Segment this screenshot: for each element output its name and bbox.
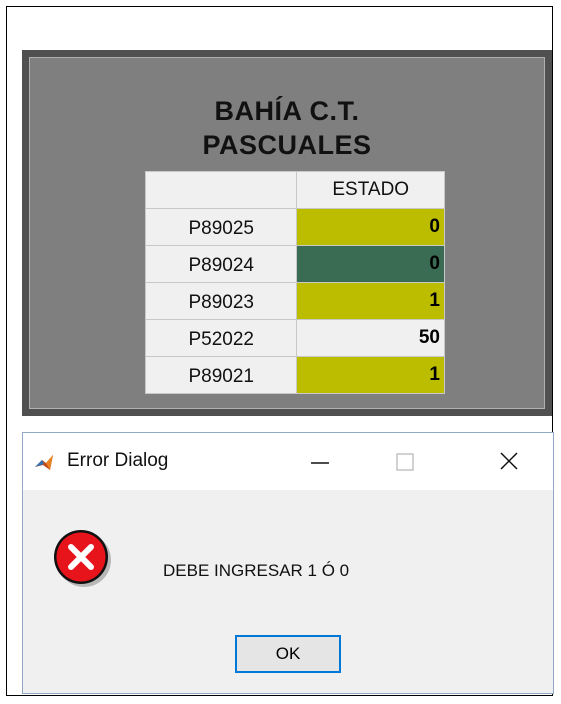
row-header: P89024 bbox=[144, 245, 298, 283]
row-header: P89023 bbox=[144, 282, 298, 320]
panel-title-line2: PASCUALES bbox=[202, 130, 372, 160]
estado-cell[interactable]: 50 bbox=[296, 319, 445, 357]
error-message: DEBE INGRESAR 1 Ó 0 bbox=[163, 561, 350, 580]
table-header-row: ESTADO bbox=[144, 171, 445, 209]
estado-cell[interactable]: 1 bbox=[296, 356, 445, 394]
ok-button[interactable]: OK bbox=[235, 635, 341, 673]
table-row: P52022 50 bbox=[144, 319, 445, 357]
row-header: P89025 bbox=[144, 208, 298, 246]
status-panel-inner: BAHÍA C.T. PASCUALES ESTADO P89025 0 P89… bbox=[29, 57, 545, 409]
close-icon[interactable] bbox=[486, 441, 532, 481]
error-dialog: Error Dialog DEBE INGRESAR 1 Ó 0 OK bbox=[22, 432, 554, 694]
dialog-titlebar[interactable]: Error Dialog bbox=[23, 433, 553, 490]
table-row: P89023 1 bbox=[144, 282, 445, 320]
row-header: P89021 bbox=[144, 356, 298, 394]
dialog-title: Error Dialog bbox=[67, 450, 169, 471]
panel-title-line1: BAHÍA C.T. bbox=[214, 96, 360, 126]
table-corner-cell bbox=[144, 171, 298, 209]
status-table: ESTADO P89025 0 P89024 0 P89023 1 P52022… bbox=[144, 171, 445, 394]
maximize-icon[interactable] bbox=[382, 441, 428, 481]
status-panel: BAHÍA C.T. PASCUALES ESTADO P89025 0 P89… bbox=[22, 50, 552, 416]
row-header: P52022 bbox=[144, 319, 298, 357]
table-row: P89025 0 bbox=[144, 208, 445, 246]
column-header-estado: ESTADO bbox=[296, 171, 445, 209]
estado-cell[interactable]: 0 bbox=[296, 245, 445, 283]
estado-cell[interactable]: 0 bbox=[296, 208, 445, 246]
table-row: P89021 1 bbox=[144, 356, 445, 394]
minimize-icon[interactable] bbox=[297, 441, 343, 481]
panel-title: BAHÍA C.T. PASCUALES bbox=[30, 94, 544, 162]
error-icon bbox=[54, 530, 111, 587]
matlab-icon bbox=[35, 455, 53, 470]
table-row: P89024 0 bbox=[144, 245, 445, 283]
estado-cell[interactable]: 1 bbox=[296, 282, 445, 320]
